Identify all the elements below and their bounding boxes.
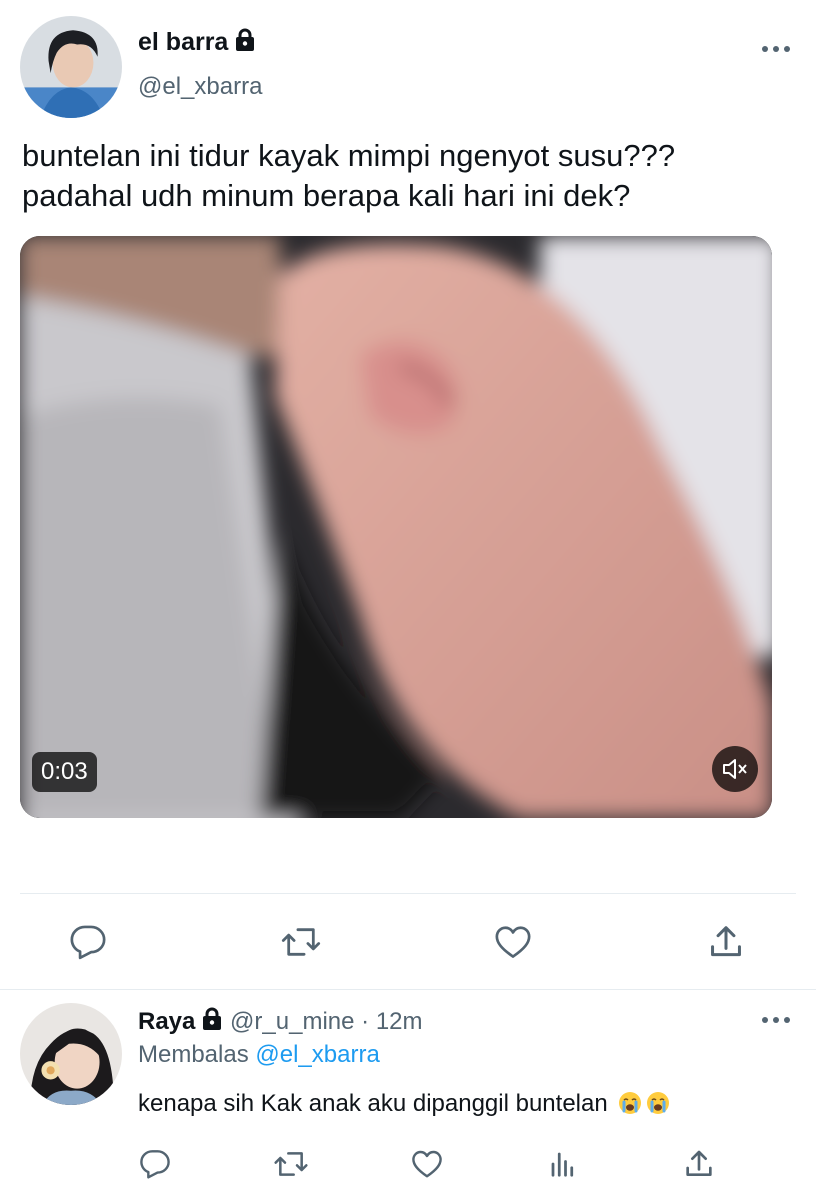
analytics-icon[interactable] bbox=[543, 1144, 583, 1184]
reply-header: Raya @r_u_mine · 12m bbox=[138, 1007, 423, 1036]
tweet-text-line: buntelan ini tidur kayak mimpi ngenyot s… bbox=[22, 138, 676, 173]
divider bbox=[0, 989, 816, 990]
like-icon[interactable] bbox=[407, 1144, 447, 1184]
like-icon[interactable] bbox=[493, 922, 533, 962]
replying-to: Membalas @el_xbarra bbox=[138, 1041, 380, 1069]
loudly-crying-face-icon bbox=[619, 1092, 642, 1114]
author-avatar[interactable] bbox=[20, 16, 122, 118]
video-duration: 0:03 bbox=[32, 752, 97, 792]
reply-text: kenapa sih Kak anak aku dipanggil buntel… bbox=[138, 1090, 670, 1118]
reply-author-handle[interactable]: @r_u_mine bbox=[230, 1008, 354, 1035]
author-handle[interactable]: @el_xbarra bbox=[138, 73, 262, 101]
tweet-text-line: padahal udh minum berapa kali hari ini d… bbox=[22, 178, 631, 213]
tweet-video[interactable]: 0:03 bbox=[20, 236, 772, 818]
author-name[interactable]: el barra bbox=[138, 28, 256, 57]
volume-muted-icon[interactable] bbox=[712, 746, 758, 792]
reply-actions bbox=[135, 1144, 719, 1184]
video-frame bbox=[20, 236, 772, 818]
reply-icon[interactable] bbox=[68, 922, 108, 962]
reply-more-options-icon[interactable] bbox=[762, 1015, 790, 1025]
retweet-icon[interactable] bbox=[281, 922, 321, 962]
tweet-actions bbox=[68, 922, 746, 962]
lock-icon bbox=[236, 28, 255, 51]
loudly-crying-face-icon bbox=[647, 1092, 670, 1114]
reply-author-avatar[interactable] bbox=[20, 1003, 122, 1105]
reply-timestamp[interactable]: 12m bbox=[376, 1008, 423, 1035]
reply-text-body: kenapa sih Kak anak aku dipanggil buntel… bbox=[138, 1090, 608, 1117]
replying-to-link[interactable]: @el_xbarra bbox=[255, 1041, 379, 1068]
replying-label: Membalas bbox=[138, 1041, 249, 1068]
lock-icon bbox=[203, 1007, 222, 1030]
separator-dot: · bbox=[361, 1008, 370, 1035]
share-icon[interactable] bbox=[706, 922, 746, 962]
reply-icon[interactable] bbox=[135, 1144, 175, 1184]
tweet-text: buntelan ini tidur kayak mimpi ngenyot s… bbox=[22, 136, 782, 216]
share-icon[interactable] bbox=[679, 1144, 719, 1184]
retweet-icon[interactable] bbox=[271, 1144, 311, 1184]
divider bbox=[20, 893, 796, 894]
reply-author-name[interactable]: Raya bbox=[138, 1008, 195, 1035]
more-options-icon[interactable] bbox=[762, 44, 790, 54]
